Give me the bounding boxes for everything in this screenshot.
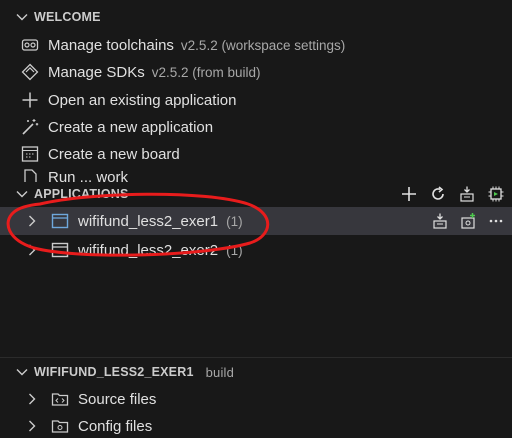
manage-sdks-item[interactable]: Manage SDKs v2.5.2 (from build) [0, 60, 512, 84]
chevron-down-icon[interactable] [14, 186, 30, 202]
more-actions-icon[interactable] [486, 211, 506, 231]
application-count: (1) [226, 213, 243, 229]
applications-toolbar [399, 182, 506, 206]
create-application-label: Create a new application [48, 118, 214, 136]
source-folder-icon [50, 389, 70, 409]
sdk-icon [20, 62, 40, 82]
manage-toolchains-item[interactable]: Manage toolchains v2.5.2 (workspace sett… [0, 33, 512, 57]
config-files-label: Config files [78, 417, 153, 435]
build-all-icon[interactable] [457, 184, 477, 204]
application-name: wififund_less2_exer1 [78, 212, 219, 230]
source-files-item[interactable]: Source files [0, 387, 512, 411]
manage-toolchains-label: Manage toolchains [48, 36, 174, 54]
create-board-item[interactable]: Create a new board [0, 142, 512, 166]
toolchain-icon [20, 35, 40, 55]
chevron-right-icon[interactable] [24, 391, 40, 407]
applications-title: APPLICATIONS [34, 187, 129, 201]
project-section-header[interactable]: WIFIFUND_LESS2_EXER1 build [0, 361, 512, 383]
chip-icon[interactable] [486, 184, 506, 204]
create-application-item[interactable]: Create a new application [0, 115, 512, 139]
open-application-item[interactable]: Open an existing application [0, 88, 512, 112]
chevron-right-icon[interactable] [24, 418, 40, 434]
application-item-1[interactable]: wififund_less2_exer1 (1) [0, 207, 512, 235]
manage-sdks-label: Manage SDKs [48, 63, 145, 81]
toolchain-version: v2.5.2 (workspace settings) [180, 37, 346, 53]
application-icon [50, 240, 70, 260]
create-board-label: Create a new board [48, 145, 180, 163]
project-subtitle: build [205, 364, 235, 380]
build-icon[interactable] [430, 211, 450, 231]
application-count: (1) [226, 242, 243, 258]
chevron-down-icon[interactable] [14, 364, 30, 380]
sdk-version: v2.5.2 (from build) [151, 64, 261, 80]
application-name: wififund_less2_exer2 [78, 241, 219, 259]
welcome-section-header[interactable]: WELCOME [0, 6, 512, 28]
config-folder-icon [50, 416, 70, 436]
refresh-icon[interactable] [428, 184, 448, 204]
plus-icon [20, 90, 40, 110]
application-item-2[interactable]: wififund_less2_exer2 (1) [0, 236, 512, 264]
add-build-configuration-icon[interactable] [458, 211, 478, 231]
application-icon [50, 211, 70, 231]
source-files-label: Source files [78, 390, 157, 408]
config-files-item[interactable]: Config files [0, 414, 512, 438]
magic-wand-icon [20, 117, 40, 137]
chevron-right-icon[interactable] [24, 213, 40, 229]
welcome-title: WELCOME [34, 10, 101, 24]
chevron-right-icon[interactable] [24, 242, 40, 258]
board-icon [20, 144, 40, 164]
add-icon[interactable] [399, 184, 419, 204]
open-application-label: Open an existing application [48, 91, 237, 109]
project-title: WIFIFUND_LESS2_EXER1 [34, 365, 194, 379]
section-divider [0, 357, 512, 358]
application-row-actions [430, 207, 506, 235]
applications-section-header[interactable]: APPLICATIONS [0, 182, 512, 206]
chevron-down-icon[interactable] [14, 9, 30, 25]
